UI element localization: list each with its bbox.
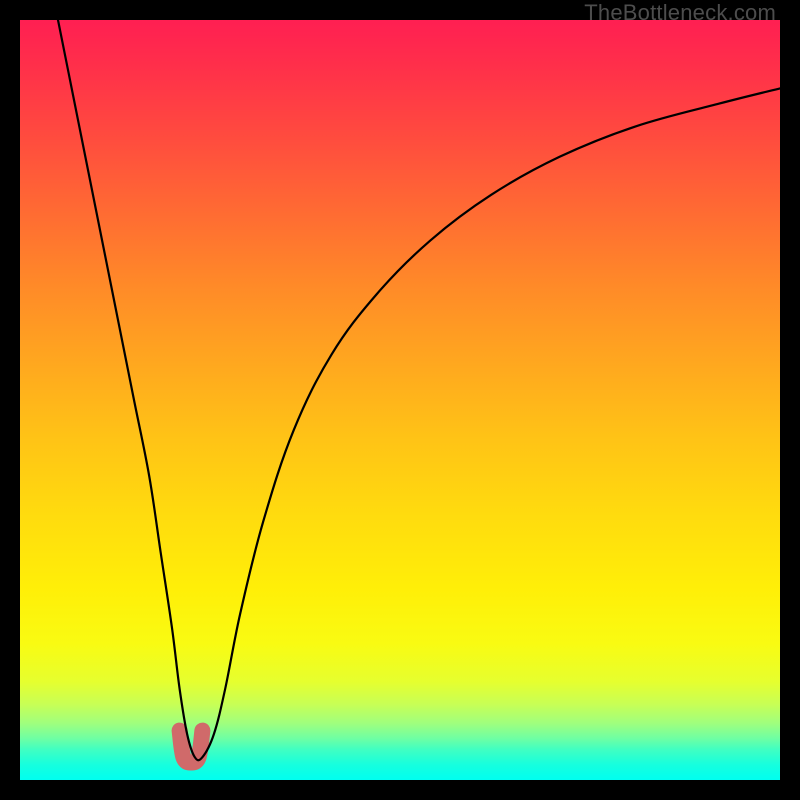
chart-svg [20,20,780,780]
frame-right [780,0,800,800]
frame-bottom [0,780,800,800]
watermark-text: TheBottleneck.com [584,0,776,26]
frame-left [0,0,20,800]
bottleneck-curve [58,20,780,760]
